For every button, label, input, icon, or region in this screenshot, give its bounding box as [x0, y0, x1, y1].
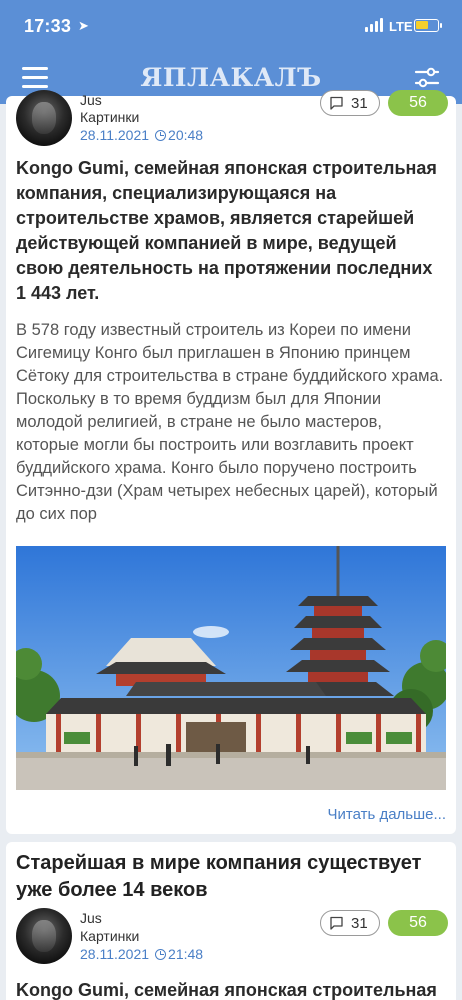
post-author[interactable]: Jus: [80, 910, 102, 926]
comments-button[interactable]: 31: [320, 90, 380, 116]
clock-icon: [155, 130, 167, 141]
post-category[interactable]: Картинки: [80, 109, 139, 125]
comments-count: 31: [351, 95, 368, 112]
avatar[interactable]: [16, 90, 72, 146]
cellular-signal-icon: [365, 18, 385, 32]
read-more-link[interactable]: Читать дальше...: [328, 806, 446, 823]
post-time: 21:48: [168, 946, 204, 962]
post-date: 28.11.2021: [80, 946, 150, 962]
post-meta: 28.11.2021 21:48: [80, 946, 203, 962]
post-body: В 578 году известный строитель из Кореи …: [16, 321, 444, 523]
post-date: 28.11.2021: [80, 127, 150, 143]
rating-badge[interactable]: 56: [388, 90, 448, 116]
post-lead: Kongo Gumi, семейная японская строительн…: [16, 158, 437, 303]
menu-icon[interactable]: [22, 66, 48, 88]
comments-button[interactable]: 31: [320, 910, 380, 936]
rating-badge[interactable]: 56: [388, 910, 448, 936]
post-time: 20:48: [168, 127, 204, 143]
comment-icon: [330, 96, 343, 110]
filter-icon[interactable]: [414, 66, 440, 90]
temple-photo[interactable]: [16, 546, 446, 790]
battery-icon: [414, 19, 442, 32]
post-card: Старейшая в мире компания существует уже…: [6, 842, 456, 1000]
post-lead: Kongo Gumi, семейная японская строительн…: [16, 980, 437, 1000]
comments-count: 31: [351, 915, 368, 932]
status-bar: 17:33 ➤ LTE: [0, 0, 462, 52]
site-logo[interactable]: ЯПЛАКАЛЪ: [136, 58, 326, 98]
location-arrow-icon: ➤: [78, 18, 89, 33]
post-meta: 28.11.2021 20:48: [80, 127, 203, 143]
post-author[interactable]: Jus: [80, 92, 102, 108]
post-category[interactable]: Картинки: [80, 928, 139, 944]
network-label: LTE: [389, 19, 413, 34]
clock-icon: [155, 949, 167, 960]
comment-icon: [330, 916, 343, 930]
status-time: 17:33: [24, 16, 72, 36]
post-card: Jus Картинки 28.11.2021 20:48 31 56 Kongo…: [6, 90, 456, 834]
post-title[interactable]: Старейшая в мире компания существует уже…: [16, 850, 446, 904]
avatar[interactable]: [16, 908, 72, 964]
